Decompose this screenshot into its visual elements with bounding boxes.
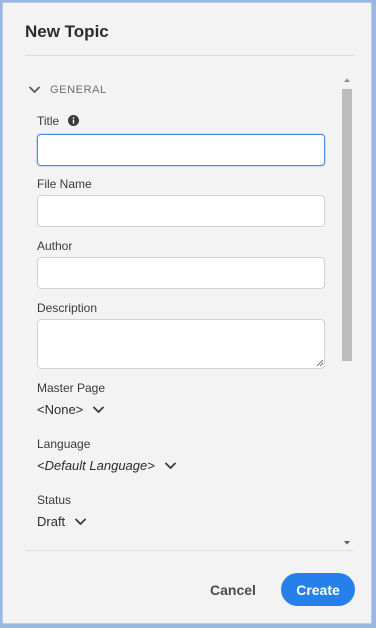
master-page-dropdown[interactable]: <None> [37,402,105,417]
cancel-button[interactable]: Cancel [201,575,265,605]
description-label: Description [37,301,98,315]
status-label: Status [37,493,72,507]
scroll-down-icon[interactable] [343,540,351,546]
master-page-label: Master Page [37,381,106,395]
create-button[interactable]: Create [281,573,355,606]
chevron-down-icon [29,86,40,93]
chevron-down-icon [93,406,105,413]
title-divider [25,55,355,56]
info-icon[interactable] [68,115,79,126]
status-dropdown[interactable]: Draft [37,514,87,529]
chevron-down-icon [164,462,176,469]
section-toggle-general[interactable]: GENERAL [29,84,107,96]
form-scroll-area: GENERAL Title File Name Author Descripti… [25,72,353,550]
master-page-value: <None> [37,402,84,417]
form-scrollbar[interactable] [340,72,354,550]
author-label: Author [37,239,73,253]
file-name-input[interactable] [37,195,325,227]
language-label: Language [37,437,91,451]
resize-grip-icon[interactable] [316,359,324,367]
description-textarea[interactable] [37,319,325,369]
author-input[interactable] [37,257,325,289]
scroll-up-icon[interactable] [343,77,351,83]
file-name-label: File Name [37,177,92,191]
title-label: Title [37,114,60,128]
dialog-title: New Topic [25,22,109,41]
new-topic-dialog: New Topic GENERAL Title File Name Author… [2,2,372,624]
scroll-thumb[interactable] [342,89,352,361]
status-value: Draft [37,514,66,529]
section-label: GENERAL [50,84,107,96]
chevron-down-icon [75,518,87,525]
language-value: <Default Language> [37,458,155,473]
language-dropdown[interactable]: <Default Language> [37,458,176,473]
footer-divider [25,550,353,551]
title-input[interactable] [37,134,325,166]
